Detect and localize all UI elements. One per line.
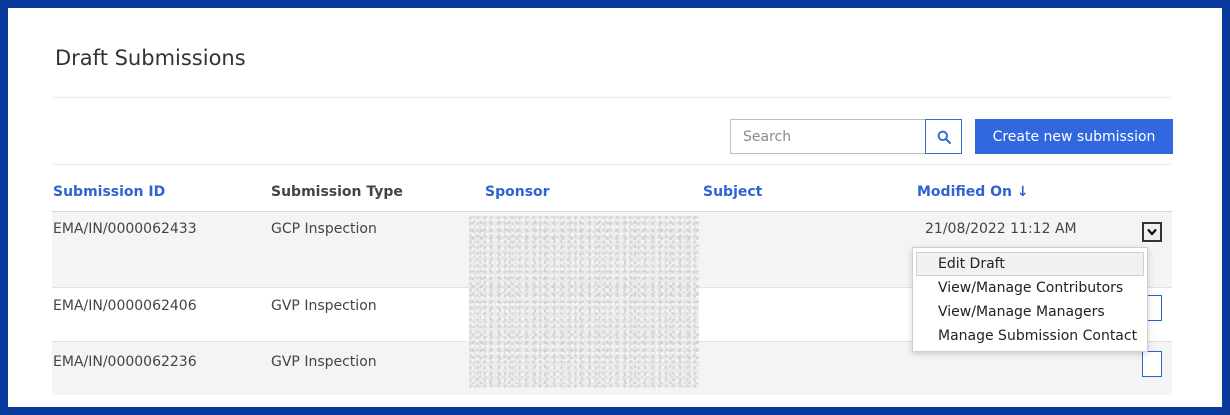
cell-modified-on: 21/08/2022 11:12 AM: [925, 221, 1077, 237]
cell-submission-id: EMA/IN/0000062406: [53, 298, 197, 314]
column-header-subject[interactable]: Subject: [703, 184, 762, 200]
search-icon: [937, 130, 951, 144]
menu-item-view-manage-managers[interactable]: View/Manage Managers: [916, 300, 1144, 324]
column-header-submission-id[interactable]: Submission ID: [53, 184, 165, 200]
cell-submission-id: EMA/IN/0000062433: [53, 221, 197, 237]
search-field[interactable]: [730, 119, 926, 154]
redacted-sponsor-area: [469, 216, 699, 388]
cell-submission-type: GCP Inspection: [271, 221, 377, 237]
column-header-modified-on[interactable]: Modified On ↓: [917, 184, 1029, 200]
search-input[interactable]: [731, 120, 923, 153]
title-divider: [52, 97, 1172, 98]
row-actions-menu: Edit Draft View/Manage Contributors View…: [912, 247, 1148, 352]
row-actions-button[interactable]: [1142, 351, 1162, 377]
row-actions-button[interactable]: [1142, 222, 1162, 242]
search-button[interactable]: [925, 119, 962, 154]
cell-submission-type: GVP Inspection: [271, 298, 377, 314]
create-new-submission-button[interactable]: Create new submission: [975, 119, 1173, 154]
menu-item-edit-draft[interactable]: Edit Draft: [916, 252, 1144, 276]
cell-submission-id: EMA/IN/0000062236: [53, 354, 197, 370]
cell-submission-type: GVP Inspection: [271, 354, 377, 370]
chevron-down-icon: [1147, 228, 1157, 236]
app-frame: Draft Submissions Create new submission …: [0, 0, 1230, 415]
menu-item-view-manage-contributors[interactable]: View/Manage Contributors: [916, 276, 1144, 300]
page-title: Draft Submissions: [55, 46, 246, 70]
column-header-sponsor[interactable]: Sponsor: [485, 184, 550, 200]
menu-item-manage-submission-contact[interactable]: Manage Submission Contact: [916, 324, 1144, 348]
toolbar-divider: [52, 164, 1172, 165]
column-header-submission-type: Submission Type: [271, 184, 403, 200]
